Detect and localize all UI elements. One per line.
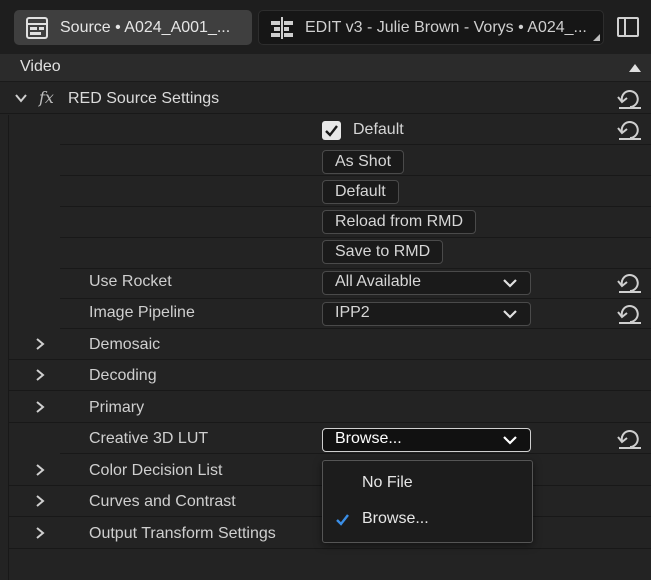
save-to-rmd-button[interactable]: Save to RMD xyxy=(322,240,444,264)
creative-lut-dropdown-menu: No File Browse... xyxy=(322,460,533,543)
tab-source[interactable]: Source • A024_A001_... xyxy=(14,10,252,45)
effect-controls-panel: Source • A024_A001_... EDIT v3 - Julie B… xyxy=(0,0,651,580)
reset-icon[interactable] xyxy=(617,272,643,294)
checkmark-icon xyxy=(336,514,349,526)
demosaic-label: Demosaic xyxy=(89,336,161,353)
fx-icon: fx xyxy=(39,88,54,107)
source-clip-icon xyxy=(26,16,48,39)
video-section-header[interactable]: Video xyxy=(0,54,651,82)
curves-and-contrast-label: Curves and Contrast xyxy=(89,493,236,510)
menu-item-no-file[interactable]: No File xyxy=(323,469,532,499)
tab-source-label: Source • A024_A001_... xyxy=(60,18,231,36)
reset-icon[interactable] xyxy=(617,303,643,325)
color-decision-list-label: Color Decision List xyxy=(89,462,223,479)
image-pipeline-value: IPP2 xyxy=(335,304,370,321)
decoding-label: Decoding xyxy=(89,367,157,384)
chevron-right-icon[interactable] xyxy=(33,494,47,508)
collapse-up-icon[interactable] xyxy=(629,64,641,72)
output-transform-label: Output Transform Settings xyxy=(89,525,276,542)
reset-icon[interactable] xyxy=(617,428,643,450)
chevron-right-icon[interactable] xyxy=(33,368,47,382)
effect-title: RED Source Settings xyxy=(68,90,220,107)
menu-item-label: Browse... xyxy=(362,510,429,527)
chevron-down-icon xyxy=(503,279,517,288)
chevron-right-icon[interactable] xyxy=(33,337,47,351)
creative-lut-label: Creative 3D LUT xyxy=(89,430,209,447)
tab-menu-corner-icon xyxy=(593,34,600,41)
section-label: Video xyxy=(20,58,61,75)
chevron-right-icon[interactable] xyxy=(33,463,47,477)
use-rocket-value: All Available xyxy=(335,273,421,290)
menu-item-browse[interactable]: Browse... xyxy=(323,505,532,535)
primary-label: Primary xyxy=(89,399,145,416)
tab-sequence[interactable]: EDIT v3 - Julie Brown - Vorys • A024_... xyxy=(258,10,604,45)
menu-item-label: No File xyxy=(362,474,413,491)
image-pipeline-select[interactable]: IPP2 xyxy=(322,302,531,326)
creative-lut-value: Browse... xyxy=(335,430,402,447)
reset-icon[interactable] xyxy=(617,88,643,110)
use-rocket-label: Use Rocket xyxy=(89,273,172,290)
chevron-down-icon xyxy=(503,310,517,319)
as-shot-button[interactable]: As Shot xyxy=(322,150,405,174)
checkmark-icon xyxy=(325,125,338,137)
tab-bar: Source • A024_A001_... EDIT v3 - Julie B… xyxy=(0,0,651,54)
effect-header[interactable]: fx RED Source Settings xyxy=(0,83,651,114)
chevron-down-icon[interactable] xyxy=(14,91,28,105)
panel-toggle-icon[interactable] xyxy=(617,17,639,37)
default-checkbox[interactable] xyxy=(322,121,341,140)
use-rocket-select[interactable]: All Available xyxy=(322,271,531,295)
chevron-down-icon xyxy=(503,436,517,445)
default-button[interactable]: Default xyxy=(322,180,399,204)
reload-from-rmd-button[interactable]: Reload from RMD xyxy=(322,210,477,234)
default-checkbox-label: Default xyxy=(353,121,404,138)
creative-lut-select[interactable]: Browse... xyxy=(322,428,531,452)
reset-icon[interactable] xyxy=(617,119,643,141)
chevron-right-icon[interactable] xyxy=(33,526,47,540)
timeline-icon xyxy=(271,16,293,39)
tab-sequence-label: EDIT v3 - Julie Brown - Vorys • A024_... xyxy=(305,18,587,36)
chevron-right-icon[interactable] xyxy=(33,400,47,414)
image-pipeline-label: Image Pipeline xyxy=(89,304,195,321)
